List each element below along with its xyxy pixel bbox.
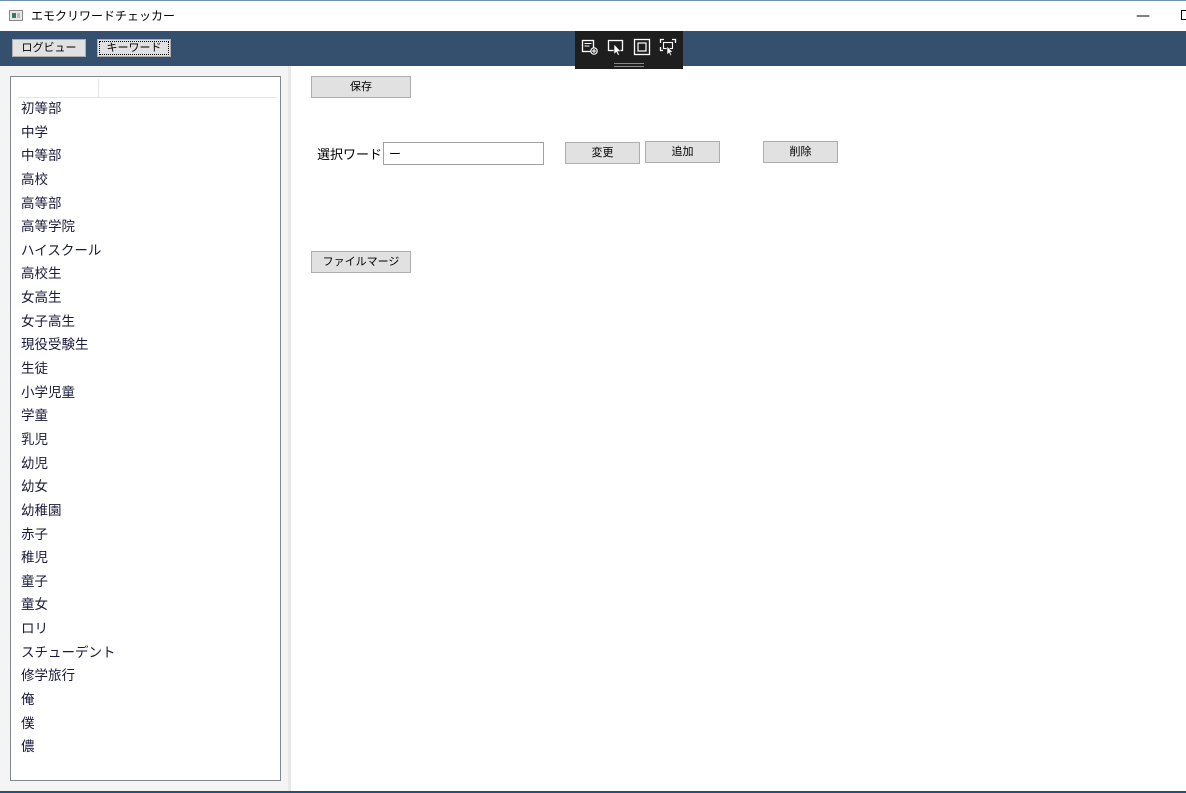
list-item[interactable]: 幼稚園 [21,500,116,524]
delete-button[interactable]: 削除 [763,141,838,163]
app-window: エモクリワードチェッカー — ログビュー キーワード 初等部 中学 中等部 高校… [0,0,1186,793]
left-panel: 初等部 中学 中等部 高校 高等部 高等学院 ハイスクール 高校生 女高生 女子… [0,66,288,791]
selected-word-label: 選択ワード [317,148,383,163]
window-title: エモクリワードチェッカー [31,9,176,23]
list-item[interactable]: 高等学院 [21,216,116,240]
tab-log-view[interactable]: ログビュー [12,39,86,57]
list-item[interactable]: 幼女 [21,476,116,500]
maximize-icon[interactable] [1181,10,1186,20]
list-item[interactable]: 僕 [21,713,116,737]
list-item[interactable]: 赤子 [21,524,116,548]
list-item[interactable]: 童子 [21,571,116,595]
column-divider[interactable] [98,79,99,97]
list-item[interactable]: 稚児 [21,547,116,571]
list-item[interactable]: 儂 [21,736,116,760]
list-item[interactable]: 女子高生 [21,311,116,335]
list-item[interactable]: 乳児 [21,429,116,453]
keyword-list[interactable]: 初等部 中学 中等部 高校 高等部 高等学院 ハイスクール 高校生 女高生 女子… [10,76,281,781]
list-item[interactable]: 小学児童 [21,382,116,406]
list-header [18,79,277,98]
list-item[interactable]: 幼児 [21,453,116,477]
title-bar: エモクリワードチェッカー — [0,0,1186,31]
file-merge-button[interactable]: ファイルマージ [311,251,411,273]
track-focus-icon[interactable] [659,38,677,56]
add-button[interactable]: 追加 [645,141,720,163]
list-item[interactable]: 高校 [21,169,116,193]
selected-word-input[interactable] [383,142,544,165]
list-item[interactable]: 学童 [21,405,116,429]
list-item[interactable]: 高校生 [21,263,116,287]
list-item[interactable]: 生徒 [21,358,116,382]
list-item[interactable]: 現役受験生 [21,334,116,358]
list-item[interactable]: ハイスクール [21,240,116,264]
save-button[interactable]: 保存 [311,76,411,98]
list-item[interactable]: ロリ [21,618,116,642]
list-item[interactable]: 俺 [21,689,116,713]
list-item[interactable]: 初等部 [21,98,116,122]
list-item[interactable]: 中学 [21,122,116,146]
cursor-select-icon[interactable] [607,38,625,56]
list-item[interactable]: 童女 [21,594,116,618]
list-item[interactable]: スチューデント [21,642,116,666]
change-button[interactable]: 変更 [565,142,640,164]
list-item[interactable]: 女高生 [21,287,116,311]
panel-splitter[interactable] [288,66,291,791]
select-element-icon[interactable] [581,38,599,56]
minimize-icon[interactable]: — [1133,5,1153,27]
list-item[interactable]: 中等部 [21,145,116,169]
keyword-items: 初等部 中学 中等部 高校 高等部 高等学院 ハイスクール 高校生 女高生 女子… [21,98,116,760]
list-item[interactable]: 修学旅行 [21,665,116,689]
app-icon [9,10,23,21]
debug-toolbar [575,31,683,69]
tab-keyword[interactable]: キーワード [97,39,171,57]
list-item[interactable]: 高等部 [21,193,116,217]
drag-grip[interactable] [614,63,644,67]
layout-adorner-icon[interactable] [633,38,651,56]
